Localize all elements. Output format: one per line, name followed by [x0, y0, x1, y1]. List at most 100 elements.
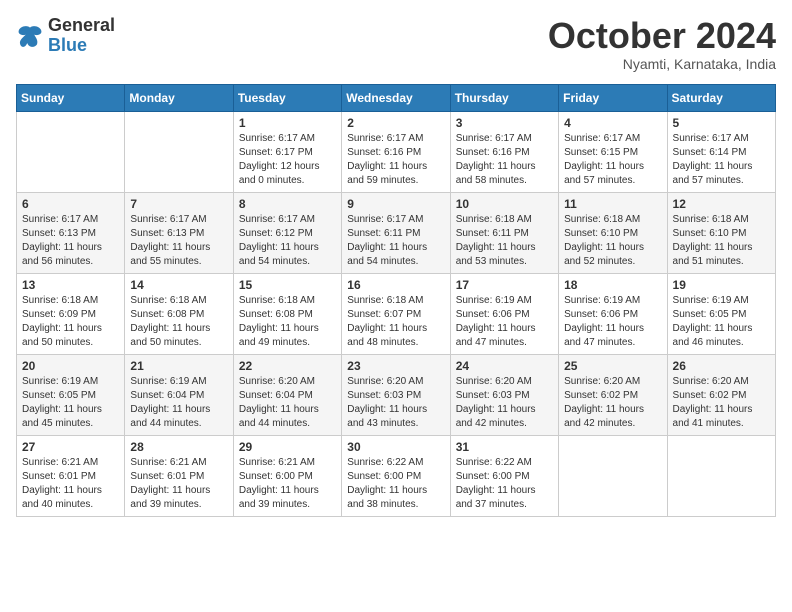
day-number: 5	[673, 116, 770, 130]
daylight-text: Daylight: 11 hours and 45 minutes.	[22, 404, 102, 429]
day-number: 19	[673, 278, 770, 292]
cell-info: Sunrise: 6:17 AM Sunset: 6:12 PM Dayligh…	[239, 213, 336, 269]
daylight-text: Daylight: 11 hours and 39 minutes.	[130, 485, 210, 510]
sunset-text: Sunset: 6:15 PM	[564, 147, 638, 158]
cell-info: Sunrise: 6:19 AM Sunset: 6:05 PM Dayligh…	[22, 375, 119, 431]
calendar-header: SundayMondayTuesdayWednesdayThursdayFrid…	[17, 84, 776, 111]
daylight-text: Daylight: 11 hours and 48 minutes.	[347, 323, 427, 348]
sunset-text: Sunset: 6:09 PM	[22, 309, 96, 320]
cell-info: Sunrise: 6:19 AM Sunset: 6:06 PM Dayligh…	[456, 294, 553, 350]
calendar-cell: 28 Sunrise: 6:21 AM Sunset: 6:01 PM Dayl…	[125, 435, 233, 516]
calendar-cell: 5 Sunrise: 6:17 AM Sunset: 6:14 PM Dayli…	[667, 111, 775, 192]
calendar-cell: 16 Sunrise: 6:18 AM Sunset: 6:07 PM Dayl…	[342, 273, 450, 354]
daylight-text: Daylight: 11 hours and 44 minutes.	[130, 404, 210, 429]
sunrise-text: Sunrise: 6:19 AM	[564, 295, 640, 306]
day-number: 21	[130, 359, 227, 373]
sunset-text: Sunset: 6:01 PM	[22, 471, 96, 482]
calendar-week-2: 6 Sunrise: 6:17 AM Sunset: 6:13 PM Dayli…	[17, 192, 776, 273]
calendar-cell: 3 Sunrise: 6:17 AM Sunset: 6:16 PM Dayli…	[450, 111, 558, 192]
daylight-text: Daylight: 11 hours and 40 minutes.	[22, 485, 102, 510]
sunrise-text: Sunrise: 6:17 AM	[564, 133, 640, 144]
header-cell-friday: Friday	[559, 84, 667, 111]
day-number: 24	[456, 359, 553, 373]
sunrise-text: Sunrise: 6:18 AM	[347, 295, 423, 306]
sunrise-text: Sunrise: 6:17 AM	[22, 214, 98, 225]
day-number: 7	[130, 197, 227, 211]
cell-info: Sunrise: 6:18 AM Sunset: 6:07 PM Dayligh…	[347, 294, 444, 350]
title-block: October 2024 Nyamti, Karnataka, India	[548, 16, 776, 72]
day-number: 30	[347, 440, 444, 454]
calendar-cell: 2 Sunrise: 6:17 AM Sunset: 6:16 PM Dayli…	[342, 111, 450, 192]
sunrise-text: Sunrise: 6:18 AM	[564, 214, 640, 225]
cell-info: Sunrise: 6:22 AM Sunset: 6:00 PM Dayligh…	[347, 456, 444, 512]
sunrise-text: Sunrise: 6:19 AM	[130, 376, 206, 387]
sunrise-text: Sunrise: 6:20 AM	[347, 376, 423, 387]
calendar-table: SundayMondayTuesdayWednesdayThursdayFrid…	[16, 84, 776, 517]
sunset-text: Sunset: 6:14 PM	[673, 147, 747, 158]
day-number: 23	[347, 359, 444, 373]
day-number: 16	[347, 278, 444, 292]
sunset-text: Sunset: 6:16 PM	[347, 147, 421, 158]
calendar-cell	[17, 111, 125, 192]
calendar-week-1: 1 Sunrise: 6:17 AM Sunset: 6:17 PM Dayli…	[17, 111, 776, 192]
logo-text: General Blue	[48, 16, 115, 56]
calendar-cell: 7 Sunrise: 6:17 AM Sunset: 6:13 PM Dayli…	[125, 192, 233, 273]
cell-info: Sunrise: 6:18 AM Sunset: 6:11 PM Dayligh…	[456, 213, 553, 269]
cell-info: Sunrise: 6:19 AM Sunset: 6:05 PM Dayligh…	[673, 294, 770, 350]
sunrise-text: Sunrise: 6:17 AM	[673, 133, 749, 144]
daylight-text: Daylight: 11 hours and 53 minutes.	[456, 242, 536, 267]
calendar-cell: 18 Sunrise: 6:19 AM Sunset: 6:06 PM Dayl…	[559, 273, 667, 354]
sunset-text: Sunset: 6:17 PM	[239, 147, 313, 158]
calendar-cell: 23 Sunrise: 6:20 AM Sunset: 6:03 PM Dayl…	[342, 354, 450, 435]
sunset-text: Sunset: 6:11 PM	[456, 228, 529, 239]
cell-info: Sunrise: 6:17 AM Sunset: 6:16 PM Dayligh…	[347, 132, 444, 188]
sunrise-text: Sunrise: 6:17 AM	[239, 133, 315, 144]
calendar-cell: 22 Sunrise: 6:20 AM Sunset: 6:04 PM Dayl…	[233, 354, 341, 435]
sunset-text: Sunset: 6:03 PM	[347, 390, 421, 401]
sunrise-text: Sunrise: 6:18 AM	[22, 295, 98, 306]
cell-info: Sunrise: 6:20 AM Sunset: 6:02 PM Dayligh…	[564, 375, 661, 431]
day-number: 8	[239, 197, 336, 211]
cell-info: Sunrise: 6:20 AM Sunset: 6:02 PM Dayligh…	[673, 375, 770, 431]
daylight-text: Daylight: 11 hours and 56 minutes.	[22, 242, 102, 267]
sunset-text: Sunset: 6:12 PM	[239, 228, 313, 239]
calendar-cell	[559, 435, 667, 516]
cell-info: Sunrise: 6:17 AM Sunset: 6:14 PM Dayligh…	[673, 132, 770, 188]
sunrise-text: Sunrise: 6:17 AM	[456, 133, 532, 144]
day-number: 11	[564, 197, 661, 211]
daylight-text: Daylight: 11 hours and 57 minutes.	[673, 161, 753, 186]
daylight-text: Daylight: 11 hours and 44 minutes.	[239, 404, 319, 429]
daylight-text: Daylight: 11 hours and 43 minutes.	[347, 404, 427, 429]
daylight-text: Daylight: 11 hours and 50 minutes.	[130, 323, 210, 348]
cell-info: Sunrise: 6:20 AM Sunset: 6:03 PM Dayligh…	[347, 375, 444, 431]
header-cell-wednesday: Wednesday	[342, 84, 450, 111]
daylight-text: Daylight: 11 hours and 42 minutes.	[456, 404, 536, 429]
day-number: 2	[347, 116, 444, 130]
day-number: 27	[22, 440, 119, 454]
day-number: 26	[673, 359, 770, 373]
daylight-text: Daylight: 11 hours and 54 minutes.	[347, 242, 427, 267]
day-number: 20	[22, 359, 119, 373]
sunrise-text: Sunrise: 6:18 AM	[239, 295, 315, 306]
day-number: 10	[456, 197, 553, 211]
daylight-text: Daylight: 11 hours and 37 minutes.	[456, 485, 536, 510]
header-row: SundayMondayTuesdayWednesdayThursdayFrid…	[17, 84, 776, 111]
sunset-text: Sunset: 6:16 PM	[456, 147, 530, 158]
calendar-cell	[667, 435, 775, 516]
sunrise-text: Sunrise: 6:17 AM	[347, 214, 423, 225]
daylight-text: Daylight: 11 hours and 59 minutes.	[347, 161, 427, 186]
daylight-text: Daylight: 11 hours and 47 minutes.	[564, 323, 644, 348]
daylight-text: Daylight: 11 hours and 54 minutes.	[239, 242, 319, 267]
sunset-text: Sunset: 6:05 PM	[673, 309, 747, 320]
day-number: 14	[130, 278, 227, 292]
sunset-text: Sunset: 6:02 PM	[564, 390, 638, 401]
calendar-cell: 30 Sunrise: 6:22 AM Sunset: 6:00 PM Dayl…	[342, 435, 450, 516]
header-cell-tuesday: Tuesday	[233, 84, 341, 111]
sunset-text: Sunset: 6:04 PM	[130, 390, 204, 401]
sunrise-text: Sunrise: 6:20 AM	[673, 376, 749, 387]
cell-info: Sunrise: 6:17 AM Sunset: 6:15 PM Dayligh…	[564, 132, 661, 188]
cell-info: Sunrise: 6:17 AM Sunset: 6:16 PM Dayligh…	[456, 132, 553, 188]
sunrise-text: Sunrise: 6:17 AM	[239, 214, 315, 225]
cell-info: Sunrise: 6:17 AM Sunset: 6:11 PM Dayligh…	[347, 213, 444, 269]
calendar-cell: 11 Sunrise: 6:18 AM Sunset: 6:10 PM Dayl…	[559, 192, 667, 273]
